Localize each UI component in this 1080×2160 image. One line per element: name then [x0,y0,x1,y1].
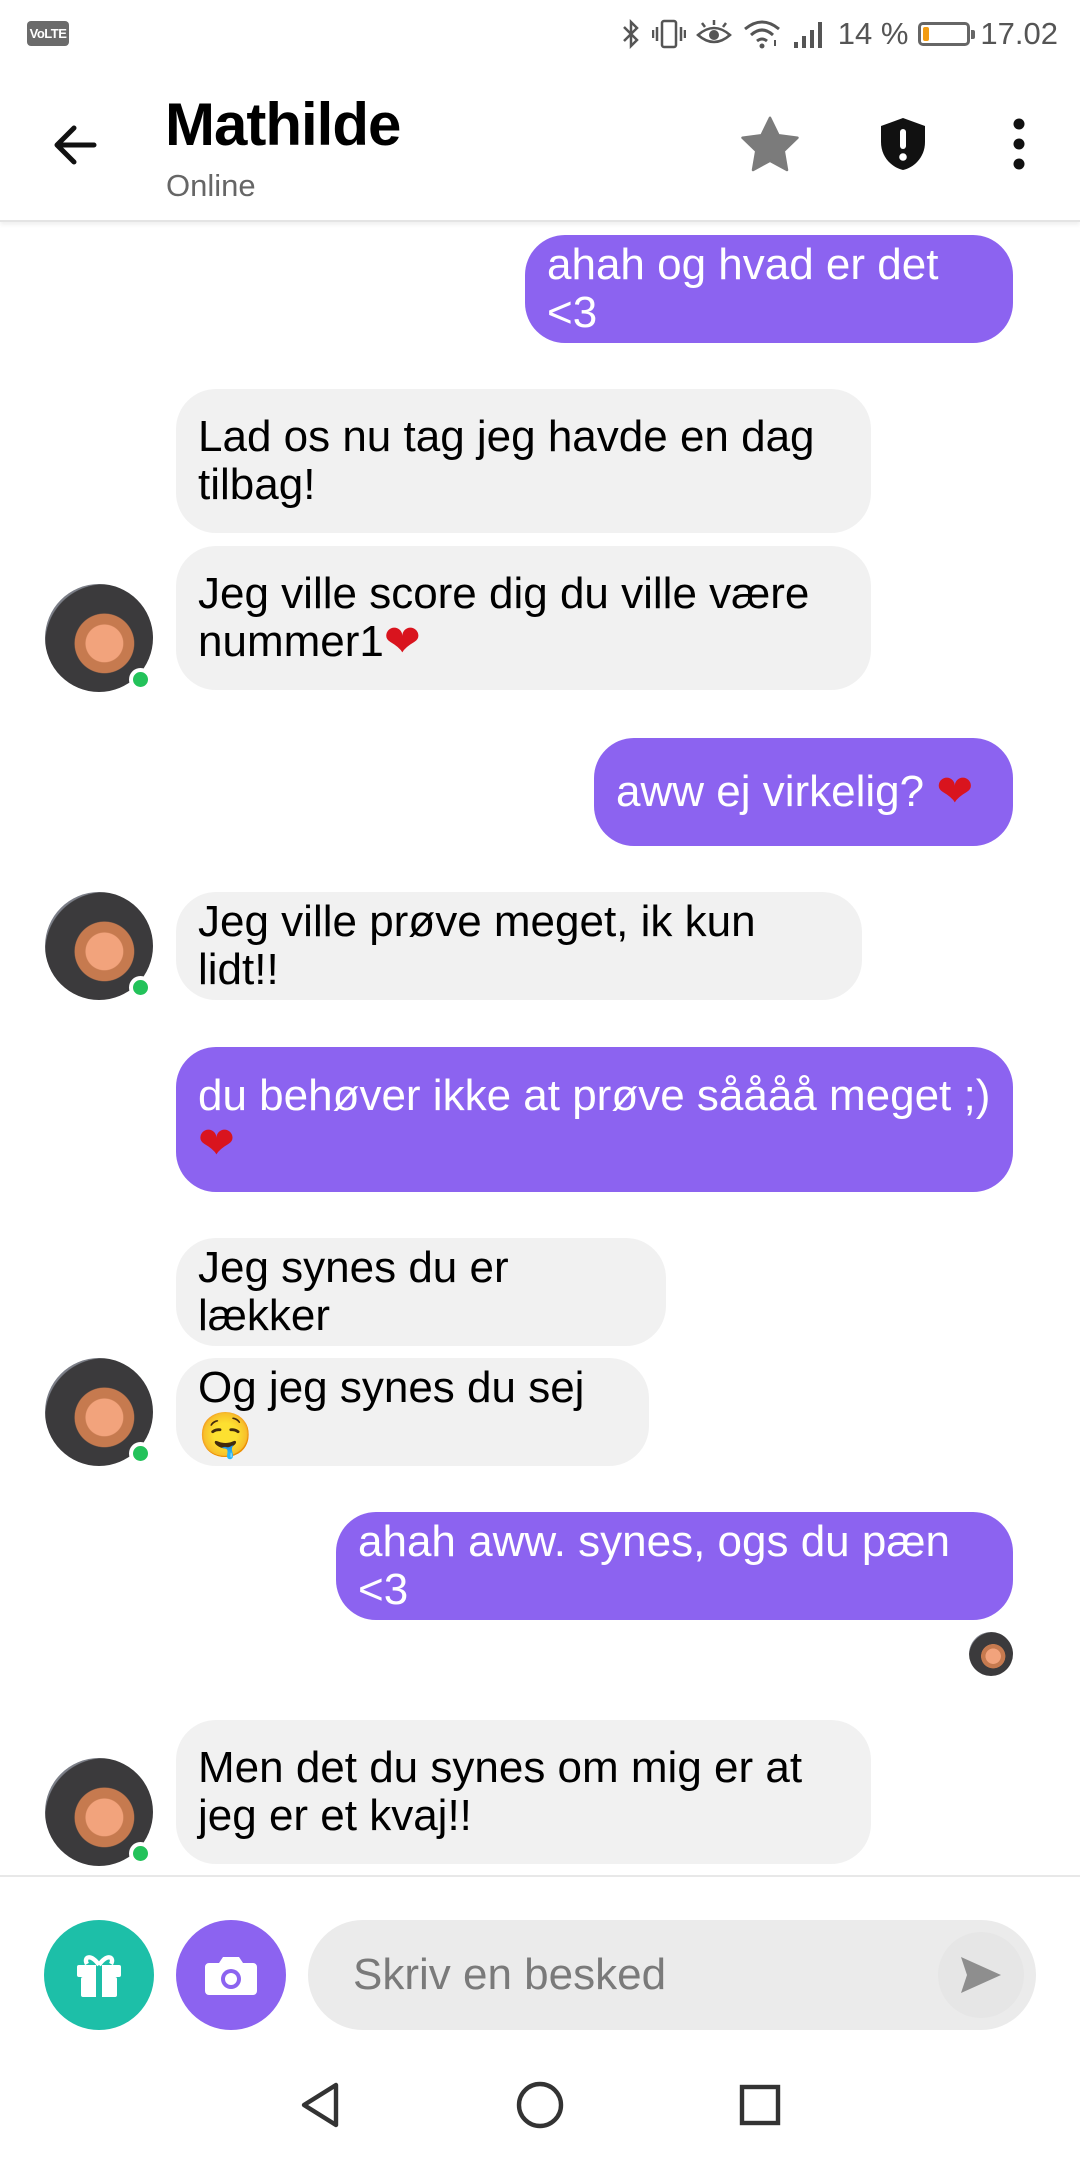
battery-icon [918,22,976,46]
avatar[interactable] [45,892,153,1000]
heart-emoji: ❤ [936,766,974,817]
more-vert-icon[interactable] [989,114,1049,174]
heart-emoji: ❤ [198,1117,235,1169]
message-bubble-sent[interactable]: ahah aww. synes, ogs du pæn <3 [336,1512,1013,1620]
message-text: Jeg ville prøve meget, ik kun lidt!! [198,897,756,994]
battery-percent: 14 % [837,16,909,51]
message-text: ahah aww. synes, ogs du pæn <3 [358,1517,950,1614]
gift-button[interactable] [44,1920,154,2030]
camera-button[interactable] [176,1920,286,2030]
send-button[interactable] [938,1932,1024,2018]
seen-avatar [969,1632,1013,1676]
message-text: aww ej virkelig? ❤ [616,766,974,817]
online-indicator [129,1842,152,1865]
message-text: Lad os nu tag jeg havde en dag tilbag! [198,412,815,509]
message-text: Men det du synes om mig er at jeg er et … [198,1743,803,1840]
status-icons: 14 % 17.02 [620,14,1058,54]
recents-square-icon[interactable] [730,2075,790,2135]
star-icon[interactable] [740,114,800,174]
message-bubble-received[interactable]: Jeg synes du er lækker [176,1238,666,1346]
avatar[interactable] [45,584,153,692]
message-input[interactable] [308,1920,1036,2030]
back-arrow-icon[interactable] [48,118,102,172]
online-indicator [129,976,152,999]
battery-level [923,27,930,41]
message-bubble-received[interactable]: Men det du synes om mig er at jeg er et … [176,1720,871,1864]
message-bubble-received[interactable]: Og jeg synes du sej🤤 [176,1358,649,1466]
avatar[interactable] [45,1758,153,1866]
clock: 17.02 [980,16,1058,51]
message-text: Og jeg synes du sej🤤 [198,1363,585,1461]
chat-header: Mathilde Online [0,68,1080,222]
heart-emoji: ❤ [383,616,421,667]
wifi-icon [743,20,780,49]
gift-icon [77,1955,121,1997]
eye-icon [695,20,732,44]
message-bubble-received[interactable]: Jeg ville score dig du ville være nummer… [176,546,871,690]
volte-badge: VoLTE [27,21,69,46]
message-text: Jeg synes du er lækker [198,1243,509,1340]
message-bubble-sent[interactable]: du behøver ikke at prøve såååå meget ;) ❤ [176,1047,1013,1192]
message-text: ahah og hvad er det <3 [547,240,939,337]
vibrate-icon [651,19,686,49]
system-nav-bar [0,2045,1080,2160]
shield-alert-icon[interactable] [873,114,933,174]
message-text: Jeg ville score dig du ville være nummer… [198,569,810,667]
message-bubble-sent[interactable]: aww ej virkelig? ❤ [594,738,1013,846]
home-circle-icon[interactable] [510,2075,570,2135]
composer [0,1875,1080,2047]
message-bubble-received[interactable]: Lad os nu tag jeg havde en dag tilbag! [176,389,871,533]
bluetooth-icon [622,18,639,50]
contact-name[interactable]: Mathilde [165,90,401,159]
send-icon [961,1957,1001,1993]
drooling-face-emoji: 🤤 [198,1410,253,1461]
avatar[interactable] [45,1358,153,1466]
message-bubble-received[interactable]: Jeg ville prøve meget, ik kun lidt!! [176,892,862,1000]
online-indicator [129,668,152,691]
back-triangle-icon[interactable] [290,2075,350,2135]
online-status: Online [166,168,256,203]
camera-icon [205,1957,257,1995]
online-indicator [129,1442,152,1465]
signal-icon [793,22,822,48]
message-list[interactable]: ahah og hvad er det <3 Lad os nu tag jeg… [0,220,1080,1875]
message-text: du behøver ikke at prøve såååå meget ;) ❤ [198,1070,991,1169]
status-bar: VoLTE 14 % 17.02 [0,0,1080,68]
message-bubble-sent[interactable]: ahah og hvad er det <3 [525,235,1013,343]
